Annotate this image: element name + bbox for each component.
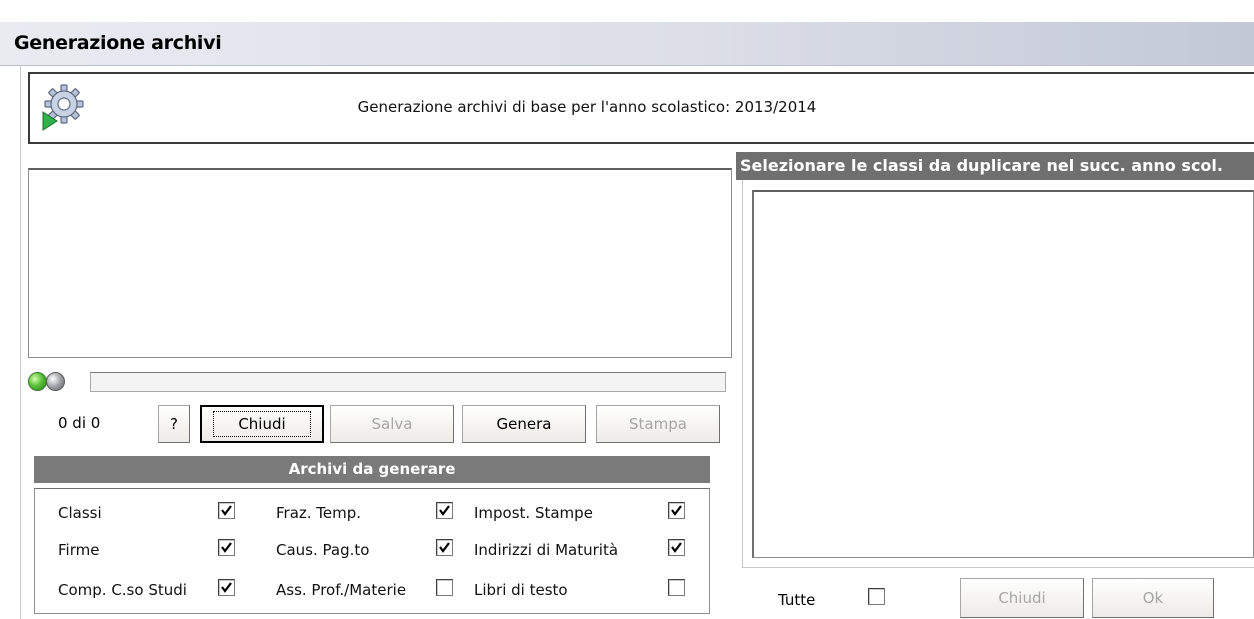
archive-checkbox-indirizzi-maturita[interactable] (668, 539, 685, 556)
header-text: Generazione archivi di base per l'anno s… (357, 98, 817, 116)
archive-label-caus-pagto: Caus. Pag.to (276, 541, 370, 559)
archive-label-libri-di-testo: Libri di testo (474, 581, 568, 599)
archive-checkbox-libri-di-testo[interactable] (668, 579, 685, 596)
archive-checkbox-impost-stampe[interactable] (668, 502, 685, 519)
archive-label-indirizzi-maturita: Indirizzi di Maturità (474, 541, 619, 559)
archive-label-fraz-temp: Fraz. Temp. (276, 504, 362, 522)
select-all-checkbox[interactable] (868, 588, 885, 605)
select-all-label: Tutte (778, 591, 816, 609)
archive-label-firme: Firme (58, 541, 100, 559)
save-button[interactable]: Salva (330, 405, 454, 443)
print-button[interactable]: Stampa (596, 405, 720, 443)
window-titlebar: Generazione archivi (0, 22, 1254, 66)
status-led-gray-icon (46, 372, 65, 391)
archive-checkbox-comp-cso-studi[interactable] (218, 579, 235, 596)
progress-counter: 0 di 0 (58, 414, 101, 432)
archive-label-classi: Classi (58, 504, 102, 522)
archive-label-comp-cso-studi: Comp. C.so Studi (58, 581, 187, 599)
archive-checkbox-caus-pagto[interactable] (436, 539, 453, 556)
archive-checkbox-firme[interactable] (218, 539, 235, 556)
archive-checkbox-classi[interactable] (218, 502, 235, 519)
status-led-green-icon (28, 372, 47, 391)
header-panel: Generazione archivi di base per l'anno s… (28, 72, 1254, 144)
archive-checkbox-ass-prof-materie[interactable] (436, 579, 453, 596)
generate-button[interactable]: Genera (462, 405, 586, 443)
archive-checkbox-fraz-temp[interactable] (436, 502, 453, 519)
progress-bar (90, 372, 726, 392)
archive-label-impost-stampe: Impost. Stampe (474, 504, 593, 522)
archives-section-title: Archivi da generare (34, 456, 710, 483)
log-panel[interactable] (28, 168, 732, 358)
classes-close-button[interactable]: Chiudi (960, 578, 1084, 618)
close-button-label: Chiudi (213, 411, 311, 437)
archive-label-ass-prof-materie: Ass. Prof./Materie (276, 581, 407, 599)
window-title: Generazione archivi (14, 32, 222, 54)
help-button[interactable]: ? (158, 405, 190, 443)
classes-ok-button[interactable]: Ok (1092, 578, 1214, 618)
classes-section-title: Selezionare le classi da duplicare nel s… (736, 152, 1254, 180)
classes-list[interactable] (752, 190, 1254, 558)
close-button[interactable]: Chiudi (200, 405, 324, 443)
